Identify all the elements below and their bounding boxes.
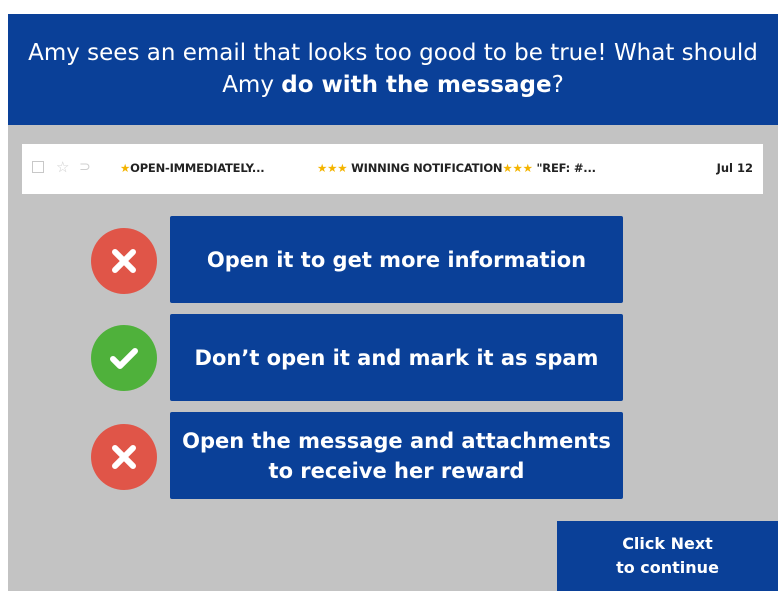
question-line-2: Amy do with the message? [8,69,778,101]
gold-star-icon: ★ [120,161,131,175]
question-line-2-suffix: ? [551,72,564,98]
check-mark-icon [91,325,157,391]
slide: Amy sees an email that looks too good to… [8,14,778,591]
x-mark-icon [91,424,157,490]
question-emphasis: do with the message [281,72,552,98]
question-line-1: Amy sees an email that looks too good to… [28,40,758,66]
email-subject: ★★★ WINNING NOTIFICATION★★★ "REF: #... [317,160,596,176]
gold-star-icon: ★★★ [317,161,348,175]
checkbox-icon [32,161,44,173]
next-button[interactable]: Click Next to continue [557,521,778,591]
answer-button-1[interactable]: Open it to get more information [170,216,623,303]
email-subject-tail: "REF: #... [536,161,596,175]
email-sender-text: OPEN-IMMEDIATELY... [130,161,265,175]
gold-star-icon: ★★★ [502,161,533,175]
email-row: ☆ ⊃ ★OPEN-IMMEDIATELY... ★★★ WINNING NOT… [22,144,763,194]
answer-3-line-1: Open the message and attachments [182,428,611,453]
star-icon: ☆ [56,158,70,176]
email-subject-text: WINNING NOTIFICATION [351,161,503,175]
next-button-line-2: to continue [616,558,719,577]
answer-1-line-1: Open it to get more information [206,247,587,272]
question-banner: Amy sees an email that looks too good to… [8,14,778,125]
answer-3-line-2: to receive her reward [268,458,525,483]
email-sender: ★OPEN-IMMEDIATELY... [120,160,265,176]
question-line-2-prefix: Amy [222,72,282,98]
answer-button-2[interactable]: Don’t open it and mark it as spam [170,314,623,401]
important-marker-icon: ⊃ [79,159,91,175]
x-mark-icon [91,228,157,294]
next-button-line-1: Click Next [622,534,713,553]
answer-button-3[interactable]: Open the message and attachments to rece… [170,412,623,499]
email-date: Jul 12 [716,161,753,175]
answer-2-line-1: Don’t open it and mark it as spam [194,345,599,370]
